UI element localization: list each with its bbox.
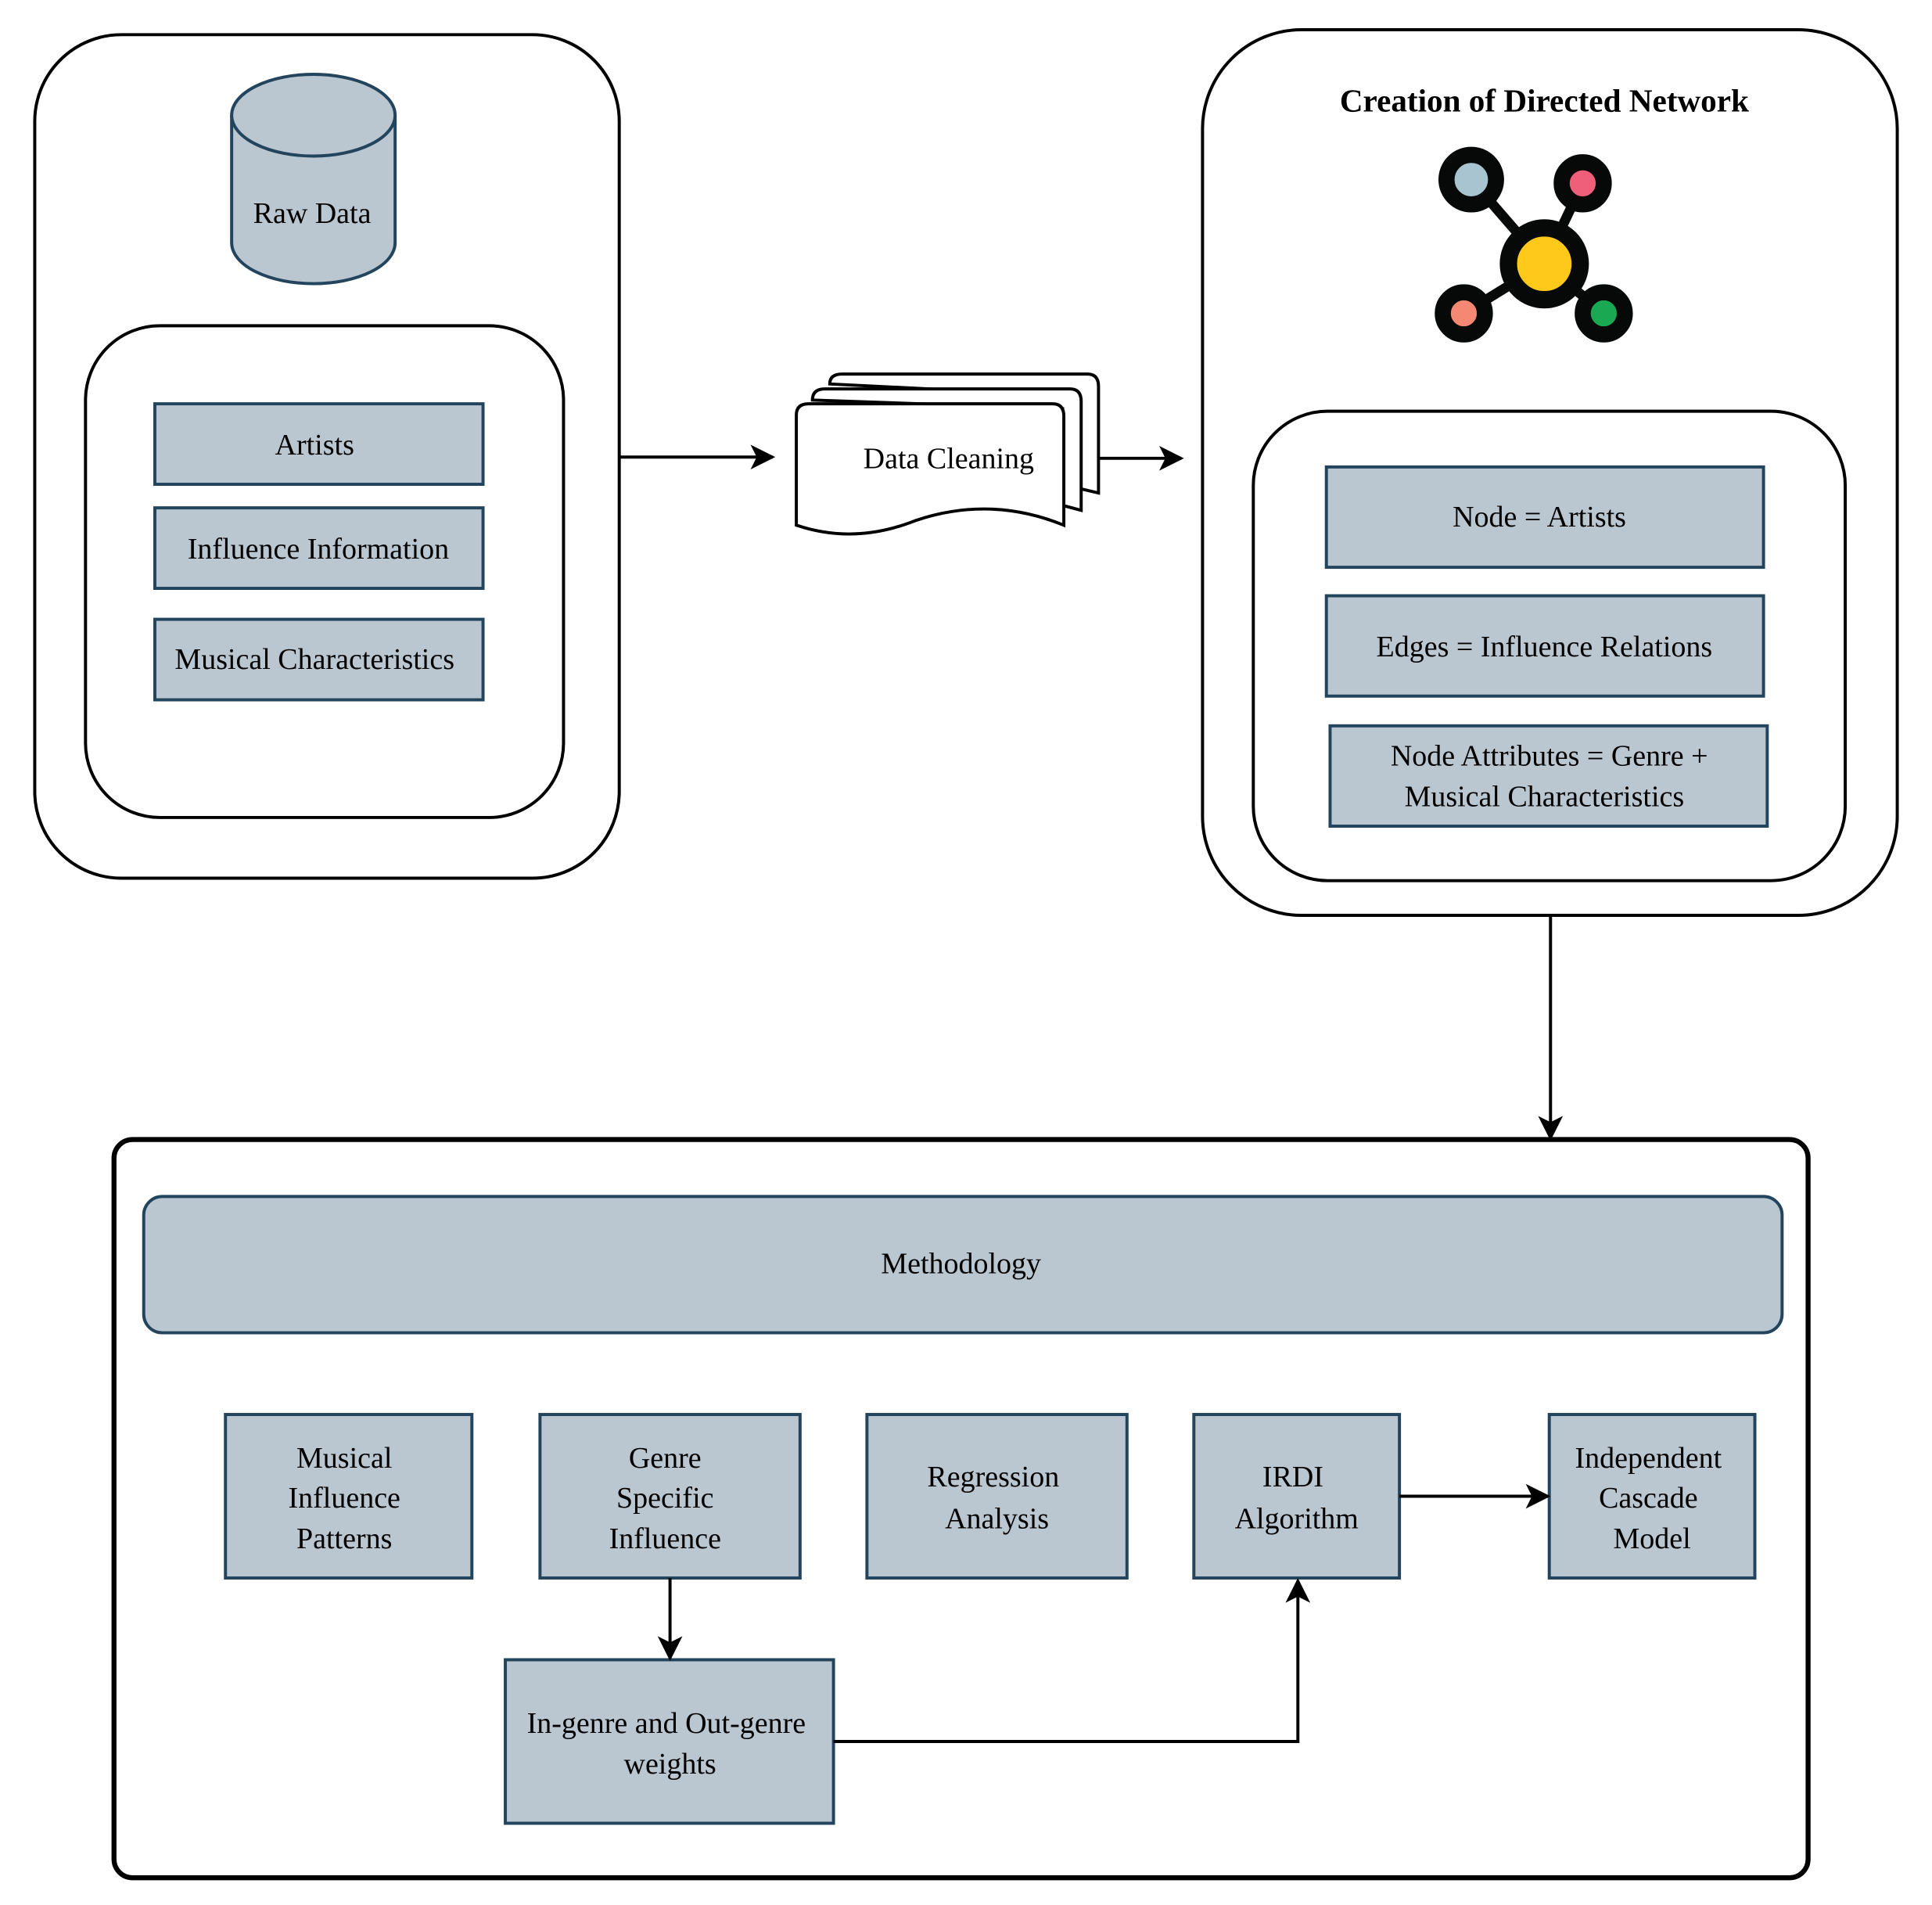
raw-data-panel: Raw Data Artists Influence Information M…	[33, 33, 621, 880]
directed-network-panel: Creation of Directed Network Node = Arti…	[1201, 28, 1899, 917]
node-definition: Node = Artists	[1453, 501, 1626, 534]
data-cleaning-document-stack: Data Cleaning	[795, 372, 1101, 536]
step-musical-influence-patterns: Musical Influence Patterns	[289, 1442, 408, 1555]
field-musical-characteristics: Musical Characteristics	[174, 643, 454, 676]
methodology-header: Methodology	[881, 1248, 1041, 1281]
edge-definition: Edges = Influence Relations	[1377, 631, 1713, 663]
node-attributes-definition: Node Attributes = Genre +	[1391, 739, 1708, 772]
methodology-flow-diagram: Raw Data Artists Influence Information M…	[33, 28, 1899, 1881]
field-artists: Artists	[275, 429, 354, 462]
network-title: Creation of Directed Network	[1340, 82, 1749, 118]
field-influence-information: Influence Information	[188, 533, 449, 566]
methodology-panel: Methodology Musical Influence Patterns G…	[111, 1137, 1811, 1881]
database-icon	[230, 73, 397, 286]
data-cleaning-label: Data Cleaning	[864, 442, 1034, 475]
raw-data-label: Raw Data	[253, 197, 372, 230]
node-attributes-definition-line2: Musical Characteristics	[1405, 781, 1685, 814]
